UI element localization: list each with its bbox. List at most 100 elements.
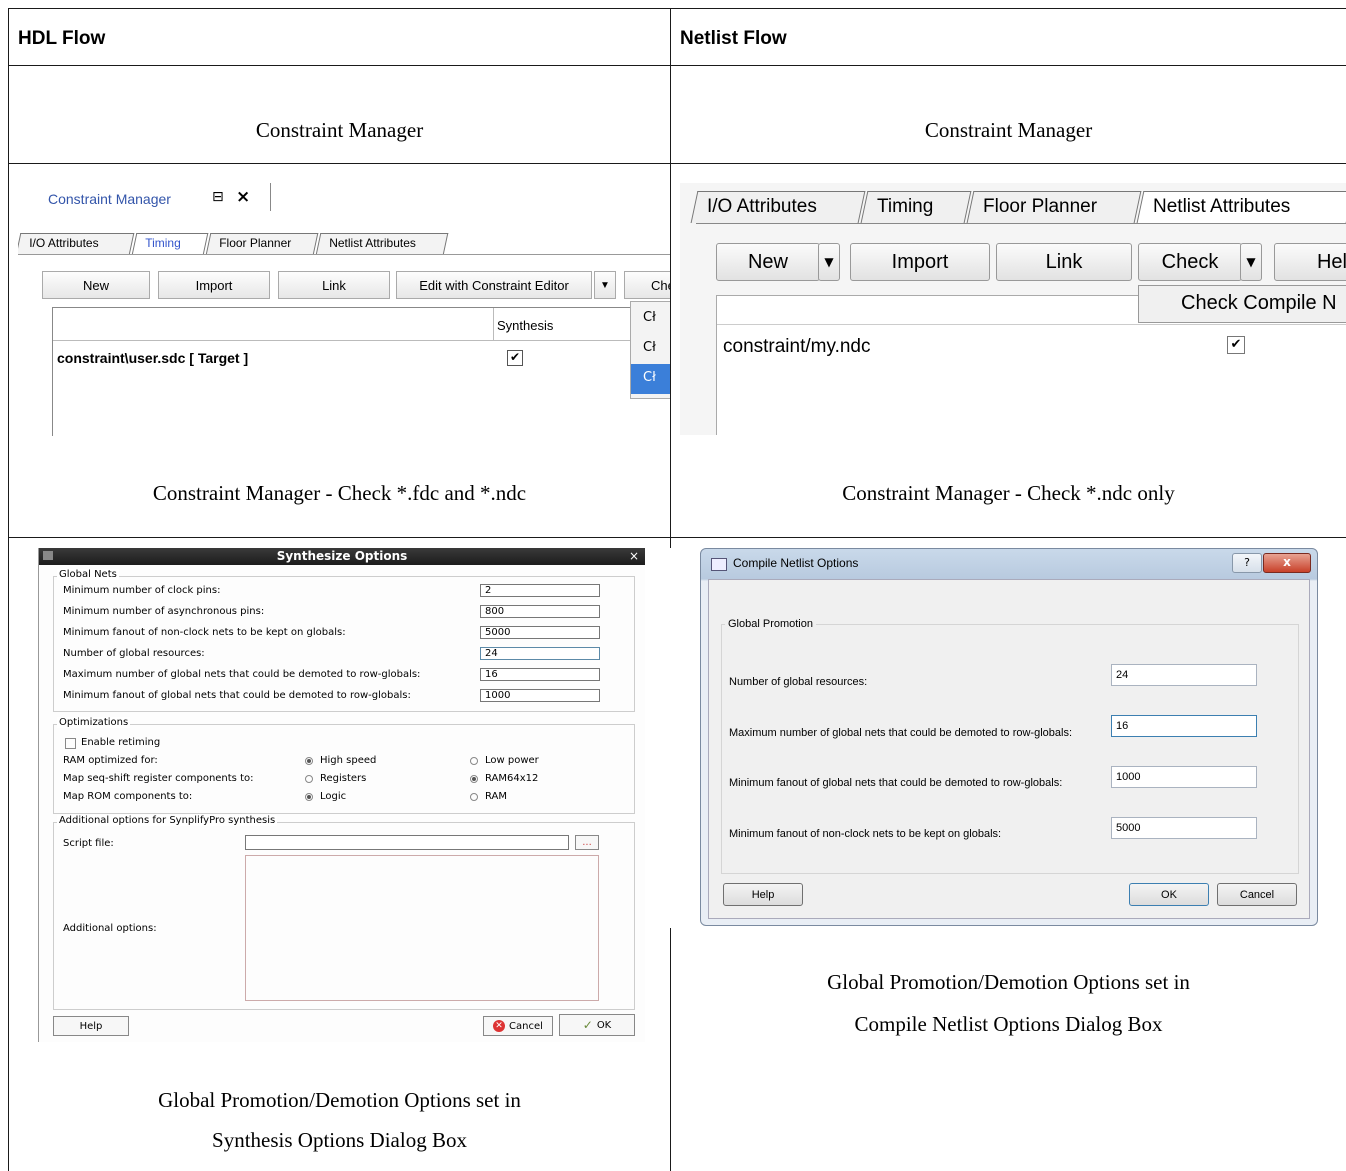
check-dropdown-menu: Cł Cł Cł xyxy=(630,301,670,399)
column-synthesis: Synthesis xyxy=(497,318,554,333)
ok-button[interactable]: ✓ OK xyxy=(559,1014,635,1036)
import-button[interactable]: Import xyxy=(158,271,270,299)
ram-opt-label: RAM optimized for: xyxy=(63,755,158,766)
min-fanout-nonclock-input[interactable]: 5000 xyxy=(480,626,600,639)
caption-compile-line1: Global Promotion/Demotion Options set in xyxy=(827,970,1190,994)
cancel-button[interactable]: Cancel xyxy=(1217,883,1297,906)
menu-item-highlighted[interactable]: Cł xyxy=(643,370,656,385)
chevron-down-icon[interactable]: ▼ xyxy=(1240,243,1262,281)
min-fanout-nonclock-input[interactable]: 5000 xyxy=(1111,817,1257,839)
help-button[interactable]: Hel xyxy=(1274,243,1346,281)
min-clock-pins-input[interactable]: 2 xyxy=(480,584,600,597)
help-button[interactable]: Help xyxy=(723,883,803,906)
close-icon[interactable]: × xyxy=(236,187,250,207)
group-label: Global Nets xyxy=(57,569,119,580)
compile-netlist-options-dialog: Compile Netlist Options ? x Global Promo… xyxy=(700,548,1318,926)
ram64x12-radio[interactable] xyxy=(470,775,478,783)
import-button[interactable]: Import xyxy=(850,243,990,281)
check-button[interactable]: Che xyxy=(624,271,670,299)
browse-button[interactable]: ... xyxy=(575,835,599,850)
close-icon[interactable]: × xyxy=(629,549,639,563)
close-icon[interactable]: x xyxy=(1263,553,1311,573)
caption-synthesis-line2: Synthesis Options Dialog Box xyxy=(212,1128,467,1152)
max-demoted-nets-input[interactable]: 16 xyxy=(480,668,600,681)
low-power-radio[interactable] xyxy=(470,757,478,765)
window-icon xyxy=(711,558,727,571)
cancel-label: Cancel xyxy=(509,1020,543,1032)
edit-with-constraint-editor-button[interactable]: Edit with Constraint Editor xyxy=(396,271,592,299)
caption-hdl-check: Constraint Manager - Check *.fdc and *.n… xyxy=(152,481,527,505)
help-icon[interactable]: ? xyxy=(1232,553,1262,573)
radio-label: RAM64x12 xyxy=(485,773,539,784)
link-button[interactable]: Link xyxy=(996,243,1132,281)
field-label: Number of global resources: xyxy=(63,648,205,659)
radio-label: High speed xyxy=(320,755,377,766)
check-checkbox[interactable]: ✔ xyxy=(1227,336,1245,354)
tab-timing[interactable]: Timing xyxy=(131,233,209,255)
min-fanout-demoted-input[interactable]: 1000 xyxy=(480,689,600,702)
new-button[interactable]: New xyxy=(42,271,150,299)
ok-label: OK xyxy=(596,1019,612,1031)
tab-io-attributes[interactable]: I/O Attributes xyxy=(690,191,866,223)
tab-io-attributes[interactable]: I/O Attributes xyxy=(18,233,135,255)
min-async-pins-input[interactable]: 800 xyxy=(480,605,600,618)
min-fanout-demoted-input[interactable]: 1000 xyxy=(1111,766,1257,788)
field-label: Number of global resources: xyxy=(729,676,868,688)
check-button[interactable]: Check xyxy=(1138,243,1242,281)
caption-compile-line2: Compile Netlist Options Dialog Box xyxy=(854,1012,1163,1036)
pin-icon[interactable]: ⊟ xyxy=(212,189,224,205)
tab-timing[interactable]: Timing xyxy=(860,191,972,223)
high-speed-radio[interactable] xyxy=(305,757,313,765)
dialog-title: Synthesize Options xyxy=(39,548,645,565)
netlist-constraint-manager-screenshot: I/O Attributes Timing Floor Planner Netl… xyxy=(680,183,1346,435)
global-resources-input[interactable]: 24 xyxy=(1111,664,1257,686)
constraint-file-row[interactable]: constraint/my.ndc xyxy=(723,336,870,358)
cancel-icon: ✕ xyxy=(493,1020,506,1032)
link-button[interactable]: Link xyxy=(278,271,390,299)
additional-options-label: Additional options: xyxy=(63,923,157,934)
field-label: Minimum fanout of non-clock nets to be k… xyxy=(63,627,346,638)
radio-label: Logic xyxy=(320,791,347,802)
new-button[interactable]: New xyxy=(716,243,820,281)
ok-button[interactable]: OK xyxy=(1129,883,1209,906)
window-menu-icon[interactable] xyxy=(43,551,53,560)
ram-radio[interactable] xyxy=(470,793,478,801)
constraint-file-table: Synthesis constraint\user.sdc [ Target ]… xyxy=(52,307,670,436)
additional-options-textarea[interactable] xyxy=(245,855,599,1001)
tab-netlist-attributes[interactable]: Netlist Attributes xyxy=(315,233,449,255)
cancel-button[interactable]: ✕ Cancel xyxy=(483,1016,553,1036)
synthesis-checkbox[interactable]: ✔ xyxy=(507,350,523,366)
compile-netlist-options-screenshot: Compile Netlist Options ? x Global Promo… xyxy=(670,548,1346,928)
tab-floor-planner[interactable]: Floor Planner xyxy=(966,191,1142,223)
chevron-down-icon[interactable]: ▼ xyxy=(594,271,616,299)
ok-icon: ✓ xyxy=(582,1018,593,1032)
field-label: Minimum number of asynchronous pins: xyxy=(63,606,265,617)
group-label: Global Promotion xyxy=(725,618,816,630)
max-demoted-nets-input[interactable]: 16 xyxy=(1111,715,1257,737)
menu-item[interactable]: Cł xyxy=(643,310,656,325)
script-file-input[interactable] xyxy=(245,835,569,850)
field-label: Minimum number of clock pins: xyxy=(63,585,221,596)
global-resources-input[interactable]: 24 xyxy=(480,647,600,660)
caption-synthesis-line1: Global Promotion/Demotion Options set in xyxy=(158,1088,521,1112)
radio-label: Low power xyxy=(485,755,539,766)
logic-radio[interactable] xyxy=(305,793,313,801)
synthesize-options-dialog: Synthesize Options × Global Nets Minimum… xyxy=(38,548,645,1042)
header-netlist-flow: Netlist Flow xyxy=(680,28,787,49)
check-compile-menu-item[interactable]: Check Compile N xyxy=(1138,285,1346,323)
caption-netlist-check: Constraint Manager - Check *.ndc only xyxy=(842,481,1175,505)
constraint-file-row[interactable]: constraint\user.sdc [ Target ] xyxy=(57,350,248,366)
help-button[interactable]: Help xyxy=(53,1016,129,1036)
comparison-table: HDL Flow Netlist Flow Constraint Manager… xyxy=(0,0,1346,1171)
group-label: Additional options for SynplifyPro synth… xyxy=(57,815,278,826)
chevron-down-icon[interactable]: ▼ xyxy=(818,243,840,281)
field-label: Minimum fanout of global nets that could… xyxy=(729,777,1063,789)
registers-radio[interactable] xyxy=(305,775,313,783)
tab-floor-planner[interactable]: Floor Planner xyxy=(205,233,319,255)
group-label: Optimizations xyxy=(57,717,131,728)
tab-netlist-attributes[interactable]: Netlist Attributes xyxy=(1136,191,1346,223)
retiming-checkbox[interactable] xyxy=(65,738,76,749)
radio-label: RAM xyxy=(485,791,508,802)
caption-netlist-constraint-manager: Constraint Manager xyxy=(924,118,1093,142)
menu-item[interactable]: Cł xyxy=(643,340,656,355)
